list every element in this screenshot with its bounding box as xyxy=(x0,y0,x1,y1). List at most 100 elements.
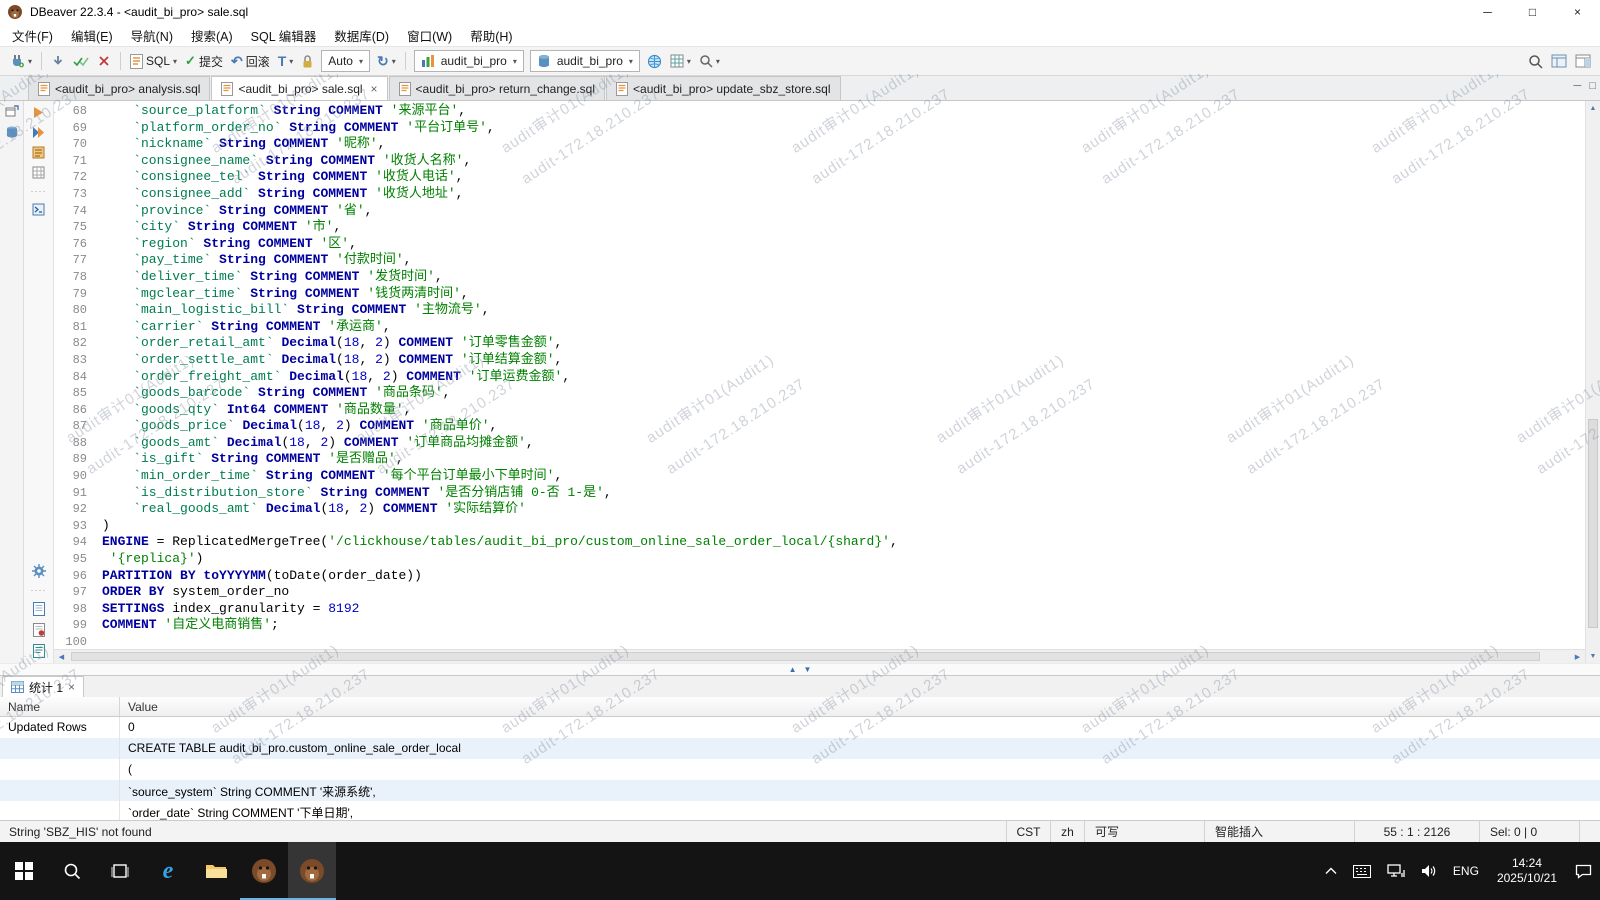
new-connection-button[interactable]: ▾ xyxy=(5,49,36,73)
vertical-scrollbar[interactable]: ▲ ▼ xyxy=(1585,101,1600,663)
cell-value[interactable]: ( xyxy=(120,759,1600,780)
start-button[interactable] xyxy=(0,842,48,900)
commit-pending-button[interactable] xyxy=(69,49,93,73)
cell-value[interactable]: 0 xyxy=(120,717,1600,738)
query-history-button[interactable]: ↻ ▾ xyxy=(373,49,400,73)
database-select[interactable]: audit_bi_pro ▾ xyxy=(530,50,640,72)
tray-chevron-up-icon[interactable] xyxy=(1317,842,1345,900)
disconnect-button[interactable] xyxy=(93,49,115,73)
horizontal-scrollbar[interactable]: ◀ ▶ xyxy=(54,649,1585,663)
taskbar-clock[interactable]: 14:24 2025/10/21 xyxy=(1487,842,1567,900)
output-doc-icon[interactable] xyxy=(33,602,45,616)
code-lines[interactable]: 68 `source_platform` String COMMENT '来源平… xyxy=(54,101,1585,649)
status-insert-mode[interactable]: 智能插入 xyxy=(1204,821,1354,842)
database-navigator-icon[interactable] xyxy=(5,125,19,139)
menu-item[interactable]: 窗口(W) xyxy=(398,26,461,45)
sash-down-icon[interactable]: ▼ xyxy=(804,666,812,674)
grid-row[interactable]: Updated Rows0 xyxy=(0,717,1600,738)
menu-item[interactable]: SQL 编辑器 xyxy=(242,26,326,45)
taskbar-search-icon[interactable] xyxy=(48,842,96,900)
network-settings-button[interactable] xyxy=(643,49,666,73)
sql-file-icon xyxy=(38,82,50,96)
line-number: 68 xyxy=(54,103,102,120)
action-center-icon[interactable] xyxy=(1567,842,1600,900)
commit-button[interactable]: ✓ 提交 xyxy=(181,49,227,73)
minimize-panel-icon[interactable]: ─ xyxy=(1574,80,1582,92)
grid-row[interactable]: `source_system` String COMMENT '来源系统', xyxy=(0,780,1600,801)
explain-plan-icon[interactable] xyxy=(32,146,45,159)
status-writable[interactable]: 可写 xyxy=(1084,821,1204,842)
file-explorer-icon[interactable] xyxy=(192,842,240,900)
scroll-left-icon[interactable]: ◀ xyxy=(54,650,69,663)
tab-statistics[interactable]: 统计 1 × xyxy=(2,676,84,697)
menu-item[interactable]: 帮助(H) xyxy=(461,26,521,45)
analyze-grid-icon[interactable] xyxy=(32,166,45,179)
script-doc-icon[interactable] xyxy=(33,644,45,658)
tab-sale-sql[interactable]: <audit_bi_pro> sale.sql × xyxy=(211,76,387,100)
grid-row[interactable]: CREATE TABLE audit_bi_pro.custom_online_… xyxy=(0,738,1600,759)
dbeaver-taskbar-icon-2[interactable] xyxy=(288,842,336,900)
tab-close-icon[interactable]: × xyxy=(371,82,378,96)
tab-return-change-sql[interactable]: <audit_bi_pro> return_change.sql xyxy=(389,76,605,100)
cell-name[interactable] xyxy=(0,780,120,801)
tab-analysis-sql[interactable]: <audit_bi_pro> analysis.sql xyxy=(28,76,210,100)
open-perspective-button[interactable] xyxy=(1547,49,1571,73)
console-icon[interactable] xyxy=(32,203,45,216)
grid-row[interactable]: `order_date` String COMMENT '下单日期', xyxy=(0,801,1600,820)
grid-row[interactable]: ( xyxy=(0,759,1600,780)
hscroll-track[interactable] xyxy=(69,650,1570,663)
dbeaver-taskbar-icon-1[interactable] xyxy=(240,842,288,900)
schema-compare-button[interactable]: ▾ xyxy=(666,49,695,73)
panel-sash[interactable]: ▲ ▼ xyxy=(0,663,1600,675)
quick-search-button[interactable] xyxy=(1524,49,1547,73)
menu-item[interactable]: 数据库(D) xyxy=(325,26,398,45)
rollback-button[interactable]: ↶ 回滚 xyxy=(227,49,274,73)
menu-item[interactable]: 导航(N) xyxy=(122,26,182,45)
sash-up-icon[interactable]: ▲ xyxy=(789,666,797,674)
open-sql-editor-button[interactable]: SQL ▾ xyxy=(126,49,181,73)
cell-name[interactable]: Updated Rows xyxy=(0,717,120,738)
execute-statement-icon[interactable] xyxy=(32,106,45,119)
cell-value[interactable]: `order_date` String COMMENT '下单日期', xyxy=(120,801,1600,820)
search-button[interactable]: ▾ xyxy=(695,49,724,73)
column-header-name[interactable]: Name xyxy=(0,697,120,716)
status-caret-position[interactable]: 55 : 1 : 2126 xyxy=(1354,821,1479,842)
restore-panel-icon[interactable] xyxy=(5,105,19,117)
execute-script-icon[interactable] xyxy=(32,126,45,139)
network-icon[interactable] xyxy=(1379,842,1413,900)
vscroll-track[interactable] xyxy=(1586,115,1600,649)
minimize-window-button[interactable]: ─ xyxy=(1465,0,1510,24)
edge-browser-icon[interactable]: e xyxy=(144,842,192,900)
scroll-right-icon[interactable]: ▶ xyxy=(1570,650,1585,663)
lock-button[interactable] xyxy=(297,49,318,73)
settings-gear-icon[interactable] xyxy=(32,564,46,578)
cell-value[interactable]: `source_system` String COMMENT '来源系统', xyxy=(120,780,1600,801)
menu-item[interactable]: 编辑(E) xyxy=(62,26,122,45)
close-window-button[interactable]: × xyxy=(1555,0,1600,24)
transaction-log-button[interactable]: T ▾ xyxy=(274,49,298,73)
scroll-up-icon[interactable]: ▲ xyxy=(1586,101,1600,115)
toolbar-overflow-button[interactable] xyxy=(1571,49,1595,73)
hscroll-thumb[interactable] xyxy=(71,652,1540,661)
task-view-icon[interactable] xyxy=(96,842,144,900)
connect-button[interactable] xyxy=(47,49,69,73)
speaker-icon[interactable] xyxy=(1413,842,1445,900)
maximize-panel-icon[interactable]: □ xyxy=(1589,80,1596,92)
cell-name[interactable] xyxy=(0,801,120,820)
commit-mode-select[interactable]: Auto ▾ xyxy=(321,50,370,72)
maximize-window-button[interactable]: □ xyxy=(1510,0,1555,24)
tab-update-sbz-store-sql[interactable]: <audit_bi_pro> update_sbz_store.sql xyxy=(606,76,840,100)
menu-item[interactable]: 搜索(A) xyxy=(182,26,242,45)
scroll-down-icon[interactable]: ▼ xyxy=(1586,649,1600,663)
log-doc-icon[interactable] xyxy=(33,623,45,637)
cell-name[interactable] xyxy=(0,759,120,780)
touch-keyboard-icon[interactable] xyxy=(1345,842,1379,900)
vscroll-thumb[interactable] xyxy=(1588,419,1598,627)
cell-value[interactable]: CREATE TABLE audit_bi_pro.custom_online_… xyxy=(120,738,1600,759)
cell-name[interactable] xyxy=(0,738,120,759)
connection-select[interactable]: audit_bi_pro ▾ xyxy=(414,50,524,72)
menu-item[interactable]: 文件(F) xyxy=(3,26,62,45)
tab-close-icon[interactable]: × xyxy=(68,680,75,694)
language-indicator[interactable]: ENG xyxy=(1445,842,1487,900)
column-header-value[interactable]: Value xyxy=(120,697,1600,716)
